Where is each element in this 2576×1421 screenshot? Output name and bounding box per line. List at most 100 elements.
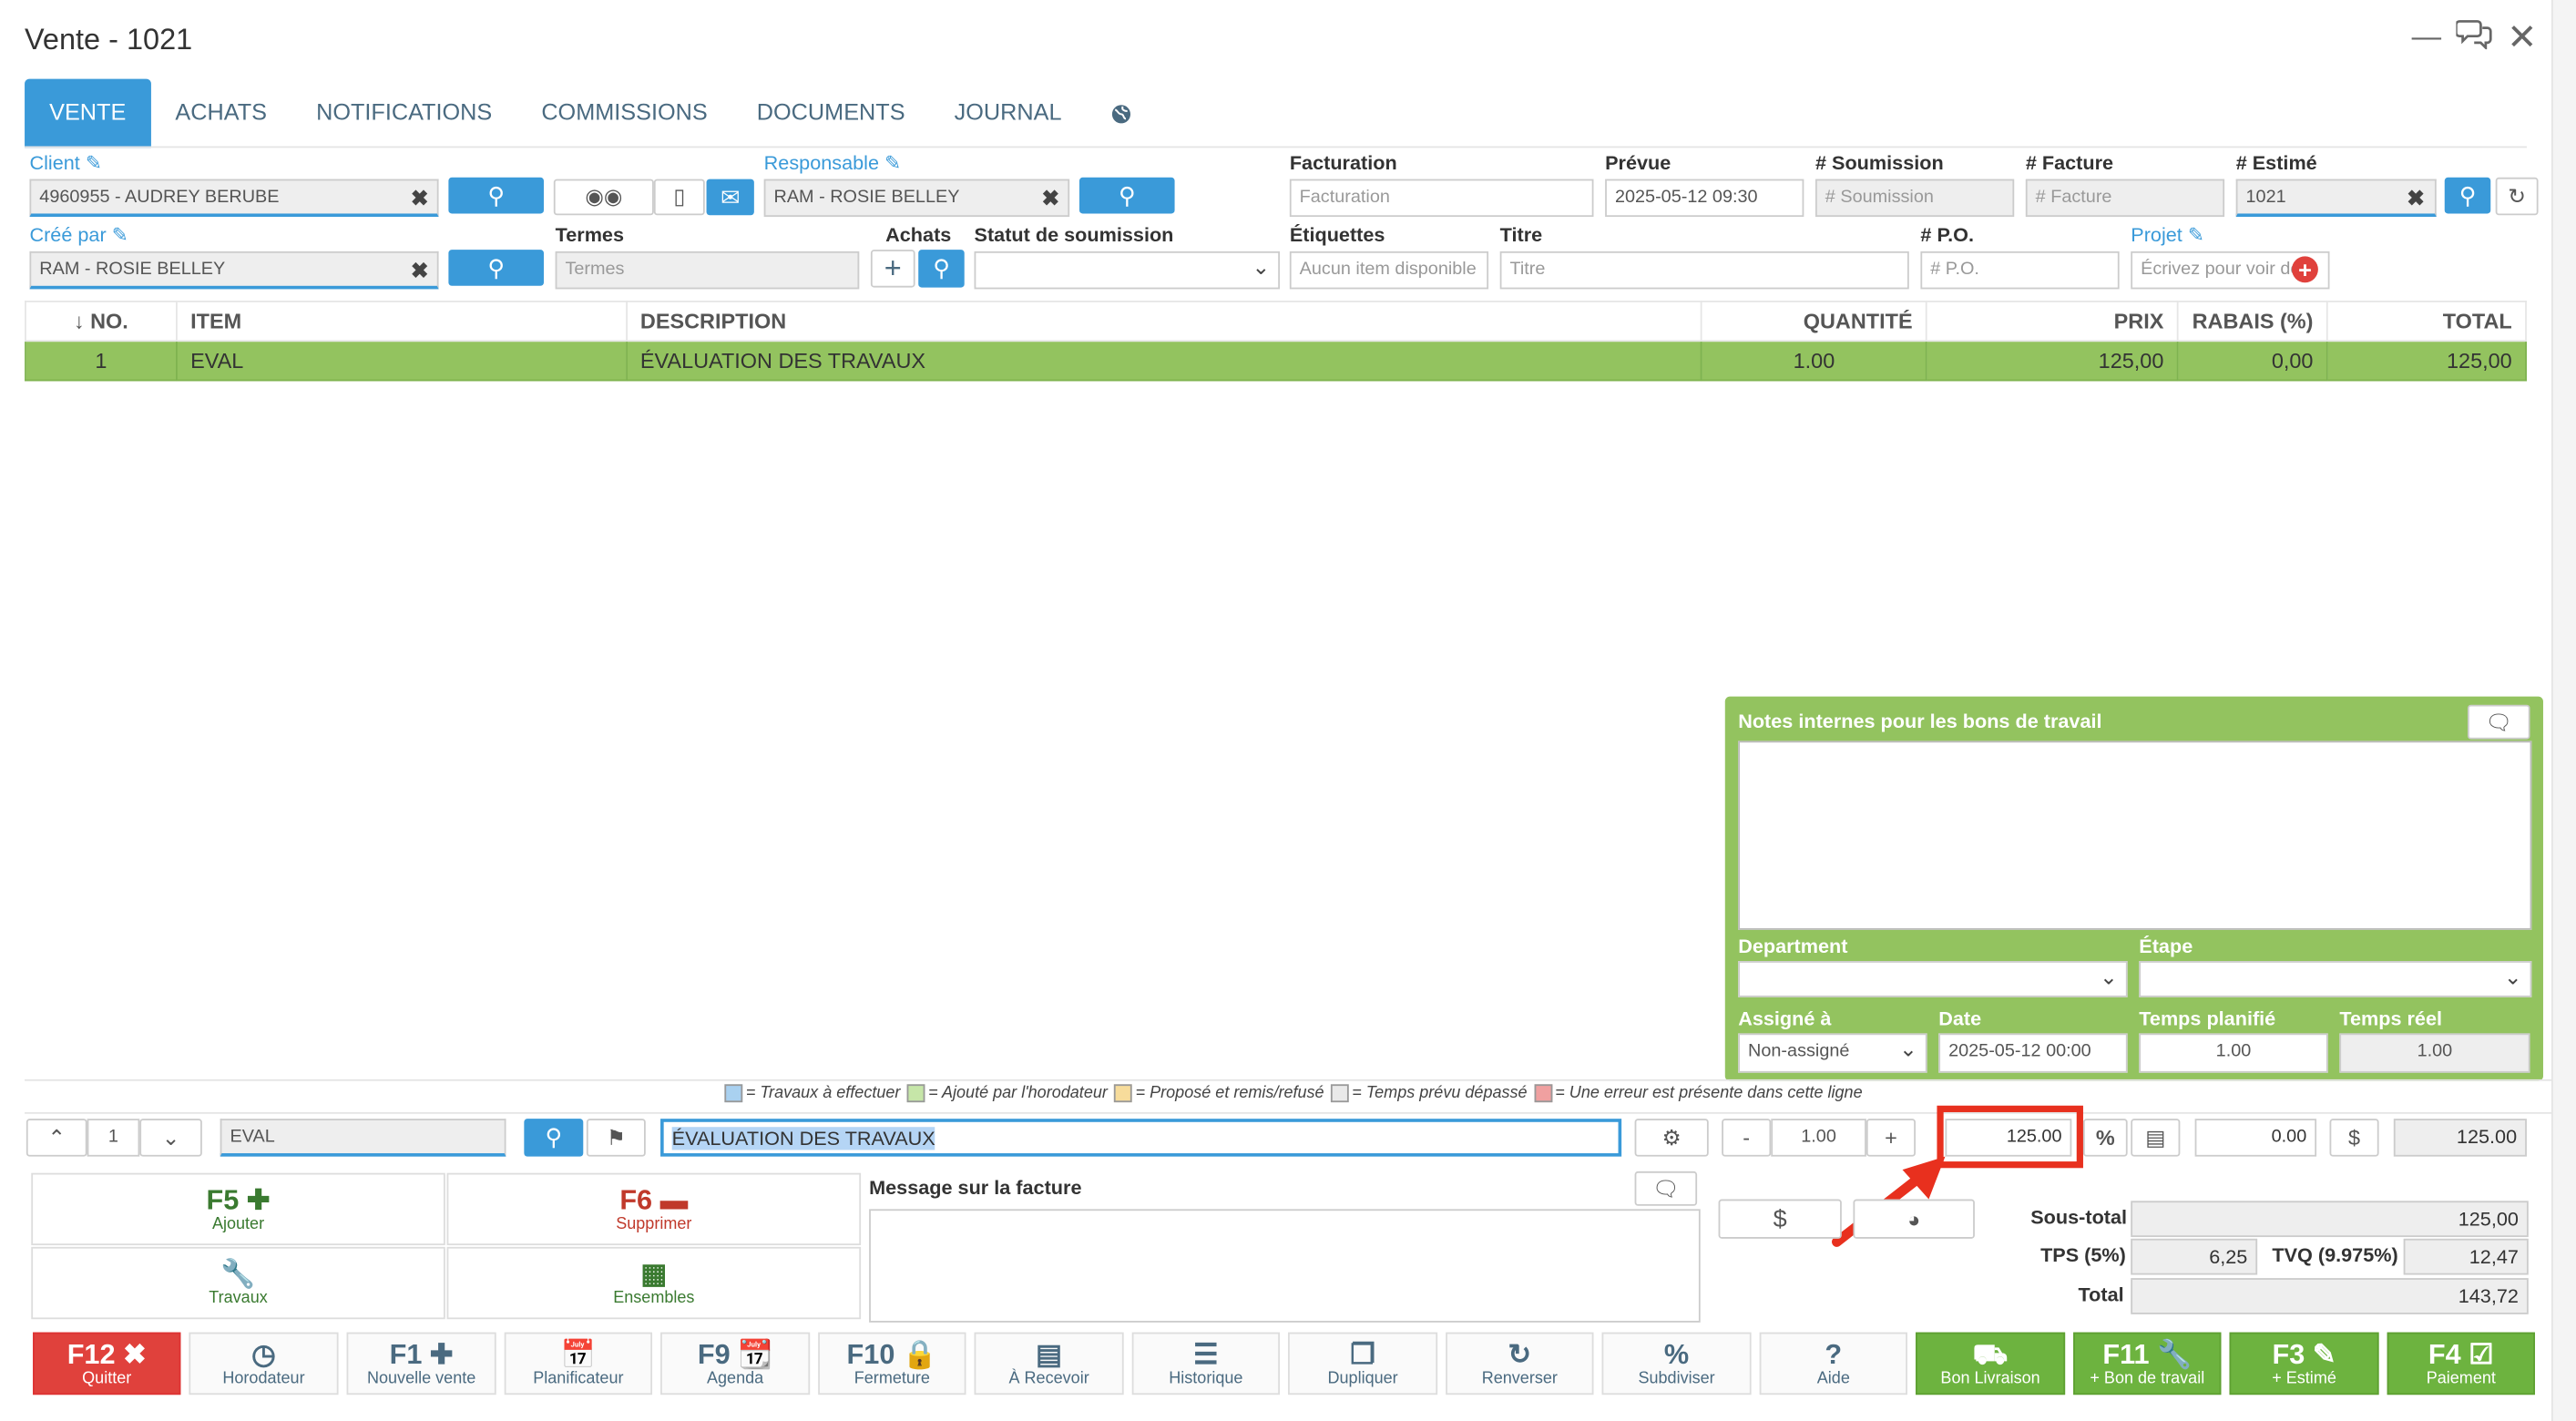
description-input[interactable]: ÉVALUATION DES TRAVAUX: [660, 1119, 1622, 1157]
clear-responsable-icon[interactable]: ✖: [1041, 186, 1059, 212]
tab-commissions[interactable]: COMMISSIONS: [516, 79, 731, 148]
tab-journal[interactable]: JOURNAL: [930, 79, 1087, 148]
search-icon: ⚲: [545, 1123, 563, 1150]
horodateur-button[interactable]: ◷ Horodateur: [189, 1332, 339, 1395]
prevue-input[interactable]: 2025-05-12 09:30: [1605, 179, 1804, 218]
globe-icon[interactable]: [1087, 79, 1158, 148]
delete-line-button[interactable]: F6 ▬ Supprimer: [446, 1172, 862, 1246]
refresh-button[interactable]: ↻: [2495, 177, 2539, 216]
add-projet-icon[interactable]: +: [2292, 256, 2318, 283]
mobile-button[interactable]: ▯: [653, 179, 705, 216]
percent-button[interactable]: %: [2082, 1119, 2128, 1157]
titre-input[interactable]: Titre: [1499, 250, 1909, 290]
help-button[interactable]: ? Aide: [1759, 1332, 1907, 1395]
planificateur-button[interactable]: 📅 Planificateur: [504, 1332, 653, 1395]
paiement-button[interactable]: F4 ☑ Paiement: [2387, 1332, 2535, 1395]
email-button[interactable]: ✉: [706, 179, 754, 216]
termes-input[interactable]: Termes: [555, 250, 860, 290]
settings-button[interactable]: ⚙: [1634, 1119, 1709, 1157]
add-achat-button[interactable]: +: [870, 250, 915, 288]
cree-par-field[interactable]: RAM - ROSIE BELLEY: [29, 250, 439, 290]
tab-documents[interactable]: DOCUMENTS: [732, 79, 930, 148]
pie-chart-button[interactable]: ◕: [1853, 1199, 1975, 1239]
date-input[interactable]: 2025-05-12 00:00: [1938, 1033, 2128, 1073]
search-icon: ⚲: [1118, 181, 1136, 209]
renverser-button[interactable]: ↻ Renverser: [1446, 1332, 1594, 1395]
dupliquer-button[interactable]: ❐ Dupliquer: [1288, 1332, 1438, 1395]
col-prix[interactable]: PRIX: [1926, 301, 2179, 342]
search-responsable-button[interactable]: ⚲: [1078, 177, 1175, 214]
line-number-input[interactable]: 1: [87, 1119, 140, 1157]
col-item[interactable]: ITEM: [175, 301, 628, 342]
edit-icon[interactable]: ✎: [86, 151, 102, 174]
col-description[interactable]: DESCRIPTION: [625, 301, 1702, 342]
temps-planifie-input[interactable]: 1.00: [2139, 1033, 2328, 1073]
tab-achats[interactable]: ACHATS: [150, 79, 291, 148]
subdiviser-button[interactable]: % Subdiviser: [1601, 1332, 1752, 1395]
clear-client-icon[interactable]: ✖: [411, 186, 429, 212]
bon-de-travail-button[interactable]: F11 🔧 + Bon de travail: [2073, 1332, 2222, 1395]
tag-button[interactable]: ⚑: [586, 1119, 646, 1157]
fermeture-button[interactable]: F10 🔒 Fermeture: [818, 1332, 966, 1395]
edit-icon[interactable]: ✎: [884, 151, 901, 174]
notes-comment-button[interactable]: 🗨: [2468, 704, 2530, 740]
add-line-button[interactable]: F5 ✚ Ajouter: [31, 1172, 445, 1246]
clear-estime-icon[interactable]: ✖: [2407, 186, 2425, 212]
currency-button[interactable]: $: [1718, 1199, 1842, 1239]
dollar-button[interactable]: $: [2329, 1119, 2379, 1157]
department-select[interactable]: [1738, 959, 2128, 997]
message-comment-button[interactable]: 🗨: [1634, 1171, 1698, 1206]
message-textarea[interactable]: [869, 1209, 1701, 1323]
estime-button[interactable]: F3 ✎ + Estimé: [2229, 1332, 2379, 1395]
window-scrollbar[interactable]: [2550, 0, 2576, 1421]
notes-textarea[interactable]: [1738, 741, 2532, 930]
previous-line-button[interactable]: ⌃: [26, 1119, 87, 1157]
facture-input[interactable]: # Facture: [2025, 179, 2225, 218]
cash-button[interactable]: ▤: [2131, 1119, 2181, 1157]
qty-minus-button[interactable]: -: [1722, 1119, 1772, 1157]
edit-icon[interactable]: ✎: [112, 223, 128, 246]
statut-select[interactable]: [974, 250, 1281, 290]
etape-select[interactable]: [2139, 959, 2532, 997]
tab-vente[interactable]: VENTE: [25, 78, 151, 148]
chat-bubbles-icon[interactable]: [2455, 16, 2492, 57]
responsable-field[interactable]: RAM - ROSIE BELLEY: [763, 179, 1070, 218]
facturation-input[interactable]: Facturation: [1289, 179, 1594, 218]
plus-icon: +: [884, 250, 902, 285]
travaux-button[interactable]: 🔧 Travaux: [31, 1246, 445, 1320]
projet-label: Projet: [2131, 223, 2182, 247]
item-code-input[interactable]: EVAL: [220, 1119, 506, 1157]
edit-icon[interactable]: ✎: [2188, 223, 2204, 246]
col-no[interactable]: ↓ NO.: [25, 301, 178, 342]
agenda-button[interactable]: F9 📆 Agenda: [660, 1332, 811, 1395]
new-sale-button[interactable]: F1 ✚ Nouvelle vente: [346, 1332, 496, 1395]
next-line-button[interactable]: ⌄: [139, 1119, 202, 1157]
table-row[interactable]: 1 EVAL ÉVALUATION DES TRAVAUX 1.00 125,0…: [25, 340, 2527, 382]
tab-notifications[interactable]: NOTIFICATIONS: [291, 79, 516, 148]
search-item-button[interactable]: ⚲: [524, 1119, 584, 1157]
client-field[interactable]: 4960955 - AUDREY BERUBE: [29, 179, 439, 218]
discount-input[interactable]: 0.00: [2194, 1119, 2317, 1157]
clear-cree-par-icon[interactable]: ✖: [411, 258, 429, 284]
a-recevoir-button[interactable]: ▤ À Recevoir: [974, 1332, 1124, 1395]
historique-button[interactable]: ☰ Historique: [1131, 1332, 1281, 1395]
soumission-input[interactable]: # Soumission: [1814, 179, 2015, 218]
etiquettes-select[interactable]: Aucun item disponible: [1289, 250, 1489, 290]
quit-button[interactable]: F12 ✖ Quitter: [33, 1332, 181, 1395]
po-input[interactable]: # P.O.: [1920, 250, 2120, 290]
ensembles-button[interactable]: ▦ Ensembles: [446, 1246, 862, 1320]
search-estime-button[interactable]: ⚲: [2444, 177, 2491, 214]
search-cree-par-button[interactable]: ⚲: [448, 250, 544, 286]
minimize-icon[interactable]: —: [2412, 20, 2441, 55]
col-rabais[interactable]: RABAIS (%): [2176, 301, 2328, 342]
assigne-select[interactable]: Non-assigné: [1738, 1032, 1927, 1073]
binoculars-button[interactable]: ◉◉: [553, 179, 654, 216]
calendar-icon: 📆: [738, 1337, 773, 1370]
bon-livraison-button[interactable]: ⛟ Bon Livraison: [1915, 1332, 2066, 1395]
col-quantite[interactable]: QUANTITÉ: [1701, 301, 1927, 342]
col-total[interactable]: TOTAL: [2326, 301, 2527, 342]
search-achat-button[interactable]: ⚲: [918, 250, 965, 288]
search-client-button[interactable]: ⚲: [448, 177, 544, 214]
close-icon[interactable]: ✕: [2507, 16, 2537, 59]
tps-label: TPS (5%): [2040, 1243, 2126, 1267]
